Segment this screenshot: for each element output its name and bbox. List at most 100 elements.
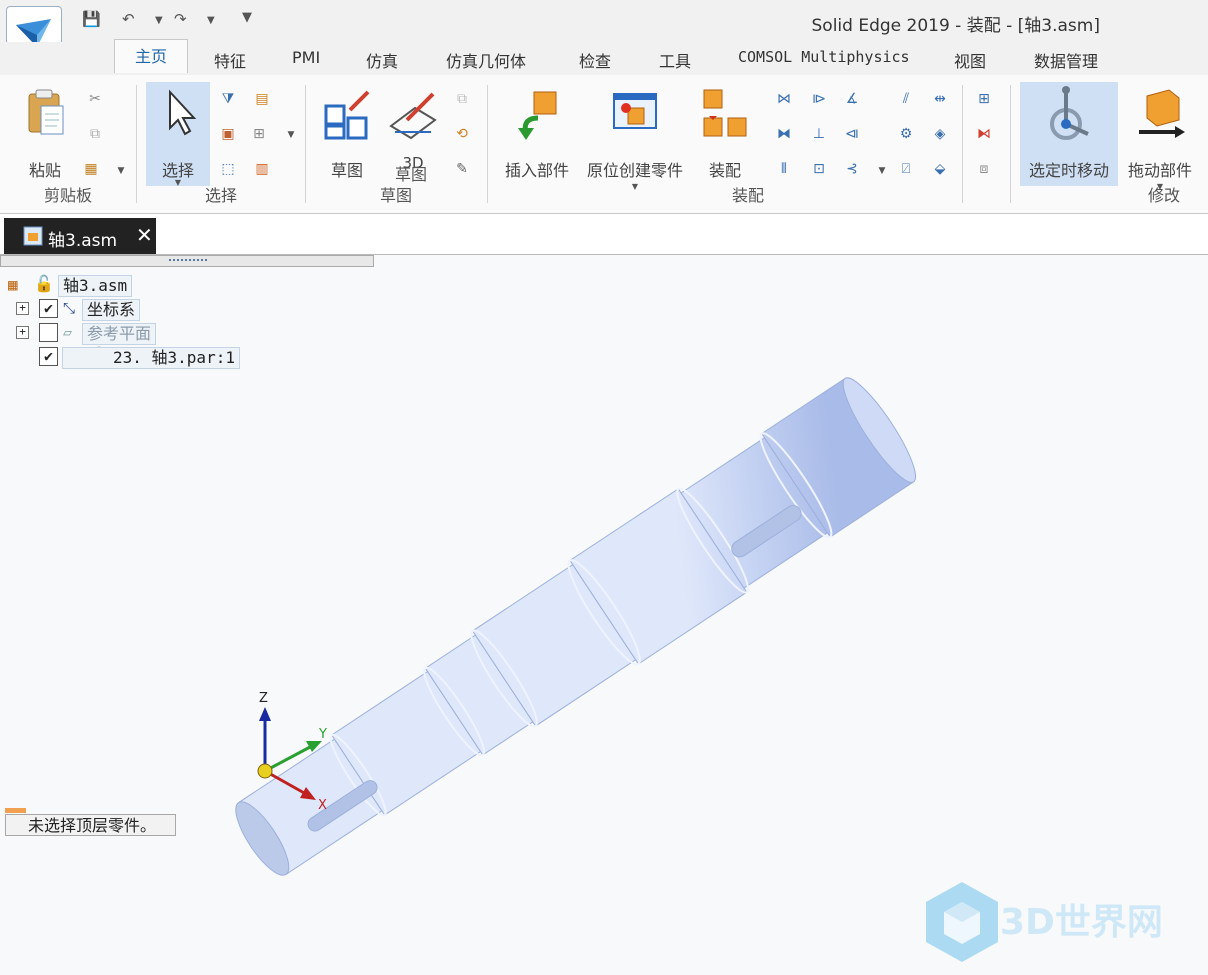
group-separator <box>136 85 137 203</box>
triad-z-label: Z <box>259 691 268 706</box>
close-icon[interactable]: ✕ <box>136 223 153 247</box>
tab-inspect[interactable]: 检查 <box>575 48 615 72</box>
mirror-icon[interactable]: ⧑ <box>975 125 993 143</box>
sketch-button[interactable]: 草图 <box>316 82 378 186</box>
modify-group-label: 修改 <box>1148 186 1181 205</box>
move-on-select-button[interactable]: 选定时移动 <box>1020 82 1118 186</box>
match-coordinate-icon[interactable]: ⬙ <box>931 160 949 178</box>
sketch-group-label: 草图 <box>380 186 413 205</box>
group-separator <box>487 85 488 203</box>
cut-icon[interactable]: ✂ <box>86 90 104 108</box>
save-icon[interactable]: 💾 <box>82 10 101 28</box>
undo-icon[interactable]: ↶ <box>122 10 135 28</box>
status-flag <box>5 808 26 813</box>
tab-view[interactable]: 视图 <box>950 48 990 72</box>
tab-comsol[interactable]: COMSOL Multiphysics <box>734 48 914 66</box>
assemble-label: 装配 <box>708 161 741 180</box>
clipboard-dropdown-icon[interactable]: ▼ <box>112 162 130 180</box>
select-dropdown-icon[interactable]: ▼ <box>146 178 210 187</box>
tangent-icon[interactable]: ⧏ <box>843 125 861 143</box>
select-group-icon[interactable]: ▣ <box>219 125 237 143</box>
watermark-logo-icon <box>926 882 998 962</box>
tab-pmi[interactable]: PMI <box>288 48 324 67</box>
select-group-label: 选择 <box>205 186 238 205</box>
assemble-icon <box>703 89 747 137</box>
select-component-icon[interactable]: ▥ <box>253 160 271 178</box>
path-icon[interactable]: ⍁ <box>897 160 915 178</box>
drag-component-label: 拖动部件 <box>1127 161 1192 180</box>
select-tools-dropdown-icon[interactable]: ▼ <box>282 126 300 144</box>
paste-button[interactable]: 粘贴 <box>14 82 76 186</box>
move-on-select-icon <box>1050 86 1089 140</box>
clipboard-group-label: 剪贴板 <box>44 186 93 205</box>
relate-icon-1[interactable]: ⋈ <box>775 90 793 108</box>
tab-home[interactable]: 主页 <box>114 39 189 73</box>
customize-quick-access-icon[interactable]: ▼ <box>242 10 252 25</box>
create-in-place-dropdown-icon[interactable]: ▼ <box>580 182 690 191</box>
center-plane-icon[interactable]: ⇹ <box>931 90 949 108</box>
align-icon[interactable]: ⫴ <box>775 160 793 178</box>
paste-label: 粘贴 <box>28 161 61 180</box>
triad-x-label: X <box>318 798 327 813</box>
shaft-3d-model[interactable] <box>0 255 1208 975</box>
tab-tools[interactable]: 工具 <box>655 48 695 72</box>
tab-simulation-geometry[interactable]: 仿真几何体 <box>442 48 530 72</box>
assemble-button[interactable]: 装配 <box>696 82 754 186</box>
window-title: Solid Edge 2019 - 装配 - [轴3.asm] <box>811 16 1101 36</box>
document-tab-bar: 轴3.asm ✕ <box>0 214 1208 255</box>
status-prompt: 未选择顶层零件。 <box>5 814 176 836</box>
graphics-viewport[interactable]: ▦ 🔓 轴3.asm + ✔ ⤡ 坐标系 + ▱ 参考平面 ✔ ▣ 🔓 23. … <box>0 255 1208 975</box>
sketch-project-icon[interactable]: ⟲ <box>453 125 471 143</box>
pattern-icon[interactable]: ⊞ <box>975 90 993 108</box>
title-bar: 💾 ↶ ▼ ↷ ▼ ▼ Solid Edge 2019 - 装配 - [轴3.a… <box>0 0 1208 62</box>
ribbon-tab-bar: 主页 特征 PMI 仿真 仿真几何体 检查 工具 COMSOL Multiphy… <box>0 39 1208 76</box>
insert-relation-icon[interactable]: ⊡ <box>810 160 828 178</box>
triad-y-label: Y <box>319 727 327 742</box>
document-tab-label: 轴3.asm <box>48 231 118 251</box>
redo-icon[interactable]: ↷ <box>174 10 187 28</box>
group-separator <box>1010 85 1011 203</box>
axial-align-icon[interactable]: ⊥ <box>810 125 828 143</box>
drag-component-button[interactable]: 拖动部件 ▼ <box>1120 82 1200 191</box>
tab-data-management[interactable]: 数据管理 <box>1030 48 1102 72</box>
gear-icon[interactable]: ⚙ <box>897 125 915 143</box>
tab-simulation[interactable]: 仿真 <box>362 48 402 72</box>
parallel-icon[interactable]: ⫽ <box>897 90 915 108</box>
copy-icon[interactable]: ⧉ <box>86 125 104 143</box>
cam-icon[interactable]: ⊰ <box>843 160 861 178</box>
ribbon: 粘贴 ✂ ⧉ ▦ ▼ 剪贴板 选择 ▼ ⧩ ▣ ⬚ ▤ ⊞ ▼ ▥ 选择 草图 <box>0 75 1208 214</box>
sketch-pencil-icon[interactable]: ✎ <box>453 160 471 178</box>
filter-icon[interactable]: ⧩ <box>219 90 237 108</box>
assembly-doc-icon <box>23 226 43 246</box>
drag-component-icon <box>1139 89 1185 138</box>
create-in-place-icon <box>613 93 657 129</box>
select-button[interactable]: 选择 ▼ <box>146 82 210 187</box>
redo-dropdown-icon[interactable]: ▼ <box>207 15 215 26</box>
relations-dropdown-icon[interactable]: ▼ <box>873 162 891 180</box>
sketch-copy-icon[interactable]: ⧉ <box>453 90 471 108</box>
angle-icon[interactable]: ∡ <box>843 90 861 108</box>
sketch-icon <box>324 90 370 140</box>
group-separator <box>962 85 963 203</box>
watermark-text: 3D世界网 <box>1000 902 1163 943</box>
tab-features[interactable]: 特征 <box>210 48 250 72</box>
insert-component-button[interactable]: 插入部件 <box>498 82 576 186</box>
paste-special-icon[interactable]: ▦ <box>82 160 100 178</box>
rigid-set-icon[interactable]: ◈ <box>931 125 949 143</box>
undo-dropdown-icon[interactable]: ▼ <box>155 15 163 26</box>
move-on-select-label: 选定时移动 <box>1028 161 1109 180</box>
sketch-3d-icon <box>389 92 437 140</box>
assembly-group-label: 装配 <box>732 186 765 205</box>
select-box-icon[interactable]: ⬚ <box>219 160 237 178</box>
insert-component-label: 插入部件 <box>504 161 569 180</box>
mate-icon[interactable]: ⧓ <box>775 125 793 143</box>
create-in-place-button[interactable]: 原位创建零件 ▼ <box>580 82 690 191</box>
insert-component-icon <box>518 91 557 140</box>
planar-align-icon[interactable]: ⧐ <box>810 90 828 108</box>
select-parts-icon[interactable]: ▤ <box>253 90 271 108</box>
duplicate-icon[interactable]: ⧈ <box>975 160 993 178</box>
document-tab[interactable]: 轴3.asm ✕ <box>4 218 156 254</box>
create-in-place-label: 原位创建零件 <box>586 161 683 180</box>
sketch-label: 草图 <box>330 161 363 180</box>
select-tools-icon[interactable]: ⊞ <box>250 125 268 143</box>
